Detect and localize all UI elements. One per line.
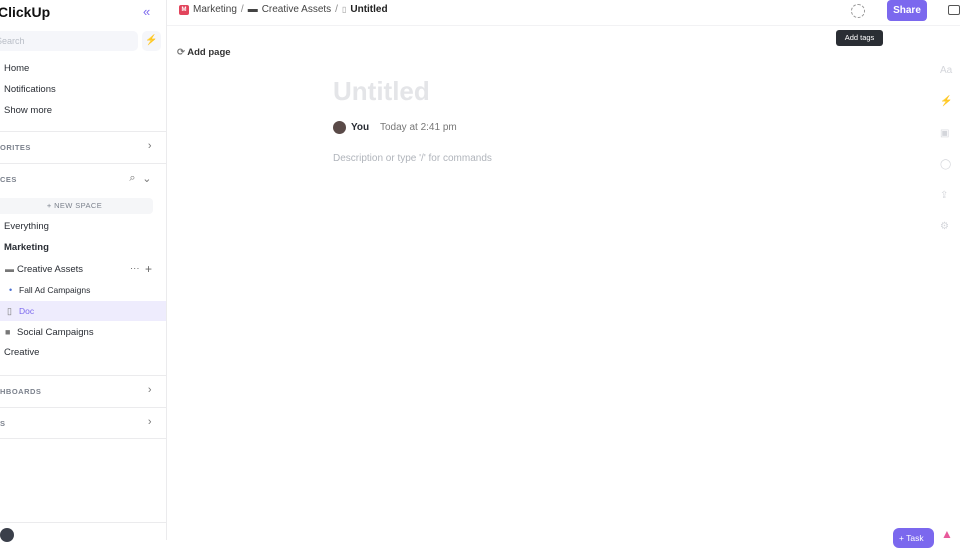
- folder-icon: ▬: [247, 4, 258, 15]
- dashboards-label: HBOARDS: [0, 387, 42, 396]
- favorites-section[interactable]: ORITES ›: [0, 131, 166, 163]
- topbar: M Marketing / ▬ Creative Assets / ▯ Untitl…: [167, 0, 960, 26]
- label: Marketing: [4, 242, 49, 253]
- doc-icon: ▯: [7, 306, 12, 316]
- label: Social Campaigns: [17, 327, 94, 338]
- section[interactable]: S ›: [0, 407, 166, 439]
- folder-icon: ■: [5, 327, 11, 337]
- tree-fall-ad-campaigns[interactable]: • Fall Ad Campaigns: [0, 280, 166, 300]
- collapse-sidebar-icon[interactable]: «: [143, 4, 150, 19]
- label: Fall Ad Campaigns: [19, 285, 91, 295]
- new-task-button[interactable]: + Task: [893, 528, 934, 548]
- author-avatar: [333, 121, 346, 134]
- tree-marketing[interactable]: Marketing: [0, 238, 166, 258]
- chevron-right-icon: ›: [147, 416, 152, 428]
- timestamp: Today at 2:41 pm: [380, 122, 457, 133]
- list-dot-icon: •: [9, 285, 13, 295]
- tooltip: Add tags: [836, 30, 883, 46]
- space-badge-icon: M: [179, 4, 189, 15]
- description-input[interactable]: Description or type '/' for commands: [333, 153, 492, 164]
- folder-open-icon: ▬: [5, 264, 14, 274]
- nav-notifications[interactable]: Notifications: [4, 84, 56, 95]
- tag-icon[interactable]: [851, 4, 865, 18]
- sidebar: ClickUp « Search ⚡ Home Notifications Sh…: [0, 0, 167, 542]
- tree-creative-assets[interactable]: ▬ Creative Assets ··· +: [0, 259, 166, 279]
- label: Everything: [4, 221, 49, 232]
- layout-icon[interactable]: ▣: [940, 128, 949, 139]
- label: Add page: [187, 47, 231, 58]
- section-label: S: [0, 419, 6, 428]
- ai-edit-icon[interactable]: ⚡: [940, 96, 952, 107]
- label: Doc: [19, 306, 35, 316]
- share-button[interactable]: Share: [887, 0, 927, 21]
- spaces-label: CES: [0, 175, 17, 184]
- crumb-untitled[interactable]: Untitled: [350, 4, 387, 15]
- nav-home[interactable]: Home: [4, 63, 29, 74]
- chevron-down-icon[interactable]: ⌄: [142, 172, 152, 185]
- dashboards-section[interactable]: HBOARDS ›: [0, 375, 166, 407]
- clickup-logo-icon[interactable]: ▲: [941, 527, 953, 541]
- spaces-section[interactable]: CES ⌕ ⌄: [0, 163, 166, 195]
- tree-social-campaigns[interactable]: ■ Social Campaigns: [0, 322, 166, 342]
- new-space-button[interactable]: + NEW SPACE: [0, 198, 153, 214]
- crumb-creative-assets[interactable]: Creative Assets: [262, 4, 331, 15]
- typography-icon[interactable]: Aa: [940, 65, 952, 76]
- doc-icon: ▯: [341, 5, 347, 14]
- add-page-button[interactable]: ⟳ Add page: [177, 47, 231, 58]
- tree-creative[interactable]: Creative: [0, 343, 166, 363]
- ai-icon[interactable]: ⚡: [142, 31, 161, 51]
- export-icon[interactable]: ⇪: [940, 190, 948, 201]
- add-page-icon: ⟳: [177, 47, 185, 58]
- author-name: You: [351, 122, 370, 133]
- favorites-label: ORITES: [0, 143, 31, 152]
- tree-doc[interactable]: ▯ Doc: [0, 301, 166, 321]
- panel-toggle-icon[interactable]: [948, 5, 960, 15]
- settings-icon[interactable]: ⚙: [940, 221, 949, 232]
- search-input[interactable]: Search: [0, 31, 138, 51]
- plus-icon[interactable]: +: [145, 259, 152, 279]
- logo: ClickUp: [0, 4, 51, 20]
- comment-icon[interactable]: ◯: [940, 159, 951, 170]
- breadcrumb: M Marketing / ▬ Creative Assets / ▯ Untitl…: [179, 4, 388, 15]
- search-icon[interactable]: ⌕: [129, 172, 136, 185]
- nav-show-more[interactable]: Show more: [4, 105, 52, 116]
- tree-everything[interactable]: Everything: [0, 217, 166, 237]
- crumb-marketing[interactable]: Marketing: [193, 4, 237, 15]
- label: Creative: [4, 347, 40, 358]
- doc-title[interactable]: Untitled: [333, 76, 430, 107]
- chevron-right-icon: ›: [147, 140, 152, 152]
- chevron-right-icon: ›: [147, 384, 152, 396]
- more-icon[interactable]: ···: [130, 259, 140, 279]
- divider: [0, 522, 166, 523]
- label: Creative Assets: [17, 264, 83, 275]
